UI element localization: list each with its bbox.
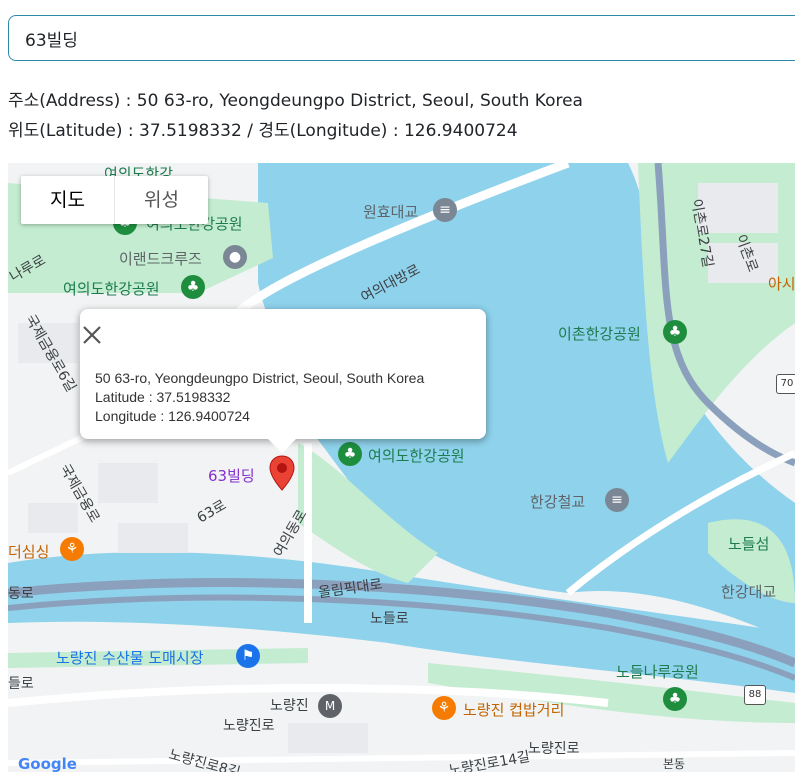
info-window-address: 50 63-ro, Yeongdeungpo District, Seoul, … [95,370,425,386]
info-window-content: 50 63-ro, Yeongdeungpo District, Seoul, … [95,369,424,426]
park-label: 여의도한강공원 [63,280,160,298]
pin-icon: ● [223,245,247,269]
road-label: 들로 [8,676,34,692]
fork-knife-icon: ⚘ [432,696,456,720]
info-window-tail [268,439,296,453]
road-label: 본동 [663,757,686,771]
road-label: 노량진로 [223,718,275,734]
metro-icon: M [318,694,342,718]
poi-label: 노량진 컵밥거리 [463,701,565,719]
info-window-latitude: Latitude : 37.5198332 [95,389,231,405]
cart-icon: ⚑ [236,644,260,668]
tree-icon: ♣ [181,275,205,299]
search-input[interactable] [8,15,795,61]
close-icon[interactable] [80,323,104,347]
park-label: 노들섬 [728,535,770,553]
address-text: 주소(Address) : 50 63-ro, Yeongdeungpo Dis… [8,91,583,111]
google-logo: Google [18,755,77,772]
road-label: 노들로 [370,611,409,627]
bridge-label: 한강대교 [721,583,777,601]
road-label: 동로 [8,586,34,602]
route-shield: 70 [776,374,795,394]
tree-icon: ♣ [663,320,687,344]
info-window-longitude: Longitude : 126.9400724 [95,408,250,424]
poi-label: 더심싱 [8,543,50,561]
map-view[interactable]: 여의도한강 여의도한강공원 여의도한강공원 ♣ ♣ 이랜드크루즈 ● 원효대교 … [8,163,795,772]
bridge-icon: ≡ [433,198,457,222]
bridge-icon: ≡ [605,488,629,512]
bridge-label: 한강철교 [530,493,586,511]
park-label: 노들나루공원 [616,663,699,681]
poi-label: 아시 [768,275,795,293]
fork-knife-icon: ⚘ [60,537,84,561]
coordinates-text: 위도(Latitude) : 37.5198332 / 경도(Longitude… [8,121,518,141]
route-shield: 88 [744,685,766,705]
bridge-label: 원효대교 [363,203,419,221]
map-type-satellite-button[interactable]: 위성 [113,176,208,224]
park-label: 이촌한강공원 [558,325,641,343]
poi-label: 이랜드크루즈 [119,250,202,268]
tree-icon: ♣ [663,687,687,711]
marker-label: 63빌딩 [208,467,255,485]
map-type-map-button[interactable]: 지도 [21,176,114,224]
map-type-control: 지도 위성 [21,176,208,224]
poi-label: 노량진 수산물 도매시장 [56,649,204,667]
road-label: 노량진로 [528,741,580,757]
road-label: 노량진 [270,698,309,714]
info-window: 50 63-ro, Yeongdeungpo District, Seoul, … [80,309,486,453]
map-marker-icon[interactable] [269,455,295,491]
park-label: 여의도한강공원 [368,447,465,465]
tree-icon: ♣ [338,442,362,466]
